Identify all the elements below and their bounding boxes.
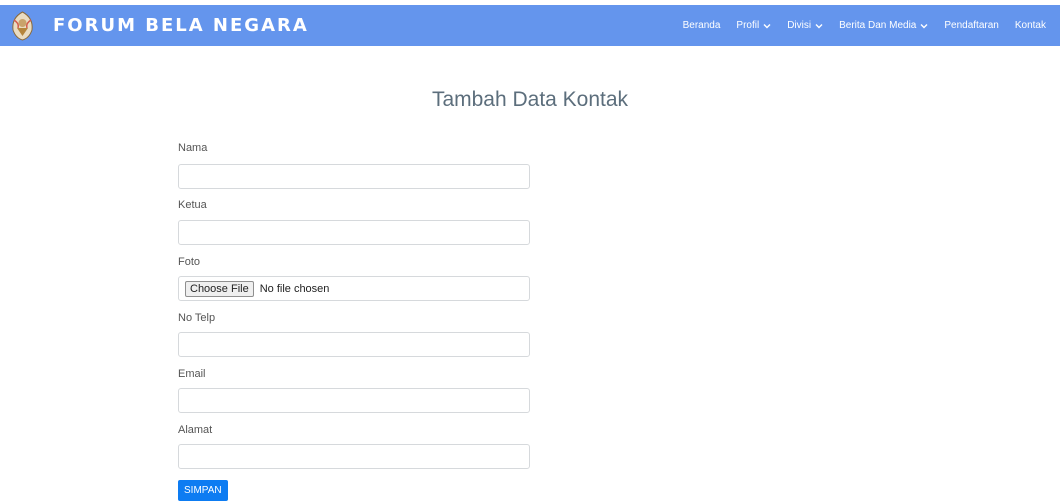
alamat-input[interactable] — [178, 444, 530, 469]
foto-label: Foto — [178, 256, 201, 268]
email-label: Email — [178, 368, 206, 380]
alamat-label: Alamat — [178, 424, 213, 436]
nav-item-pendaftaran[interactable]: Pendaftaran — [936, 20, 1007, 31]
nav-item-kontak[interactable]: Kontak — [1007, 20, 1054, 31]
email-input[interactable] — [178, 388, 530, 413]
nav-item-divisi[interactable]: Divisi — [779, 20, 831, 31]
no-telp-label: No Telp — [178, 312, 216, 324]
chevron-down-icon — [815, 23, 823, 28]
ketua-label: Ketua — [178, 199, 207, 211]
nav-item-label: Pendaftaran — [944, 20, 999, 31]
nav-item-label: Divisi — [787, 20, 812, 31]
nav-item-label: Kontak — [1014, 20, 1046, 31]
chevron-down-icon — [920, 23, 928, 28]
brand-name[interactable]: FORUM BELA NEGARA — [53, 15, 309, 36]
simpan-button[interactable]: SIMPAN — [178, 480, 228, 501]
nav-menu: Beranda Profil Divisi Berita Dan Media P… — [675, 5, 1054, 46]
nav-item-profil[interactable]: Profil — [728, 20, 779, 31]
top-navbar: FORUM BELA NEGARA Beranda Profil Divisi … — [0, 5, 1060, 46]
no-telp-input[interactable] — [178, 332, 530, 357]
nama-input[interactable] — [178, 164, 530, 189]
file-status: No file chosen — [259, 282, 330, 295]
nav-item-beranda[interactable]: Beranda — [675, 20, 729, 31]
nav-item-label: Profil — [736, 20, 760, 31]
logo-icon — [12, 11, 33, 41]
chevron-down-icon — [763, 23, 771, 28]
nama-label: Nama — [178, 142, 208, 154]
ketua-input[interactable] — [178, 220, 530, 245]
nav-item-berita-dan-media[interactable]: Berita Dan Media — [831, 20, 936, 31]
page-title: Tambah Data Kontak — [431, 88, 629, 111]
choose-file-button[interactable]: Choose File — [185, 280, 254, 297]
nav-item-label: Berita Dan Media — [839, 20, 917, 31]
nav-item-label: Beranda — [682, 20, 721, 31]
foto-file-input[interactable]: Choose File No file chosen — [178, 276, 530, 301]
